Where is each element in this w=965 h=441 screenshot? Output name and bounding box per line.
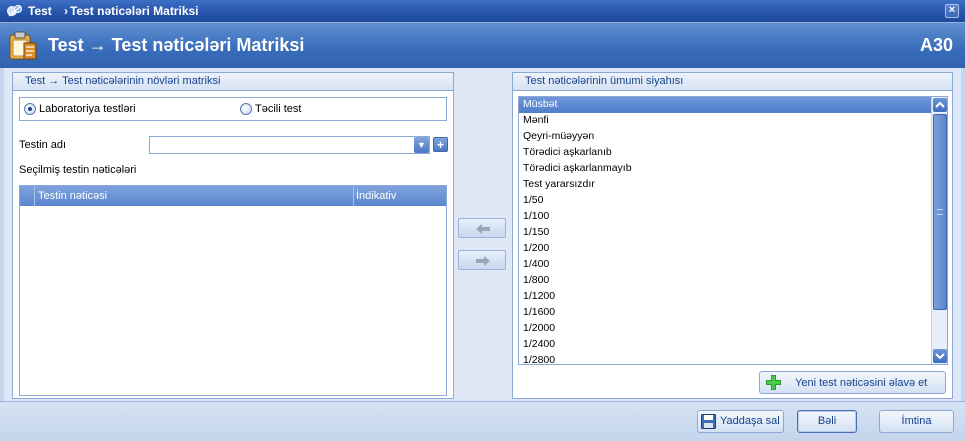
list-item[interactable]: Mənfi (519, 113, 947, 129)
arrow-left-icon (476, 224, 490, 234)
scroll-up-icon[interactable] (933, 98, 947, 112)
grip-icon (937, 209, 943, 215)
green-plus-icon (766, 375, 781, 390)
column-header-test-result[interactable]: Testin nəticəsi (38, 190, 107, 202)
list-item[interactable]: 1/2400 (519, 337, 947, 353)
all-results-list[interactable]: Müsbət Mənfi Qeyri-müəyyən Törədici aşkarla… (518, 96, 948, 365)
save-button[interactable]: Yaddaşa sal (697, 410, 784, 433)
window-title: Test nəticələri Matriksi (70, 4, 199, 18)
window-title-bar: Test › Test nəticələri Matriksi × (0, 0, 965, 22)
scroll-down-icon[interactable] (933, 349, 947, 363)
list-item[interactable]: 1/1200 (519, 289, 947, 305)
selected-results-grid[interactable]: Testin nəticəsi İndikativ (19, 185, 447, 396)
right-panel-title: Test nəticələrinin ümumi siyahısı (513, 73, 952, 91)
add-test-button[interactable]: + (433, 137, 448, 152)
list-item[interactable]: 1/150 (519, 225, 947, 241)
grid-row-header (20, 186, 35, 206)
vertical-scrollbar[interactable] (931, 97, 947, 364)
list-item[interactable]: Test yararsızdır (519, 177, 947, 193)
list-item[interactable]: 1/2800 (519, 353, 947, 364)
list-item[interactable]: Törədici aşkarlanmayıb (519, 161, 947, 177)
form-code: A30 (919, 35, 953, 55)
left-panel-title: Test → Test nəticələrinin növləri matrik… (13, 73, 453, 91)
selected-results-label: Seçilmiş testin nəticələri (19, 164, 137, 176)
move-left-button[interactable] (458, 218, 506, 238)
arrow-right-icon (476, 256, 490, 266)
add-new-result-button[interactable]: Yeni test nəticəsini əlavə et (759, 371, 946, 394)
column-divider[interactable] (353, 186, 354, 206)
close-icon: × (948, 4, 956, 16)
list-item[interactable]: Qeyri-müəyyən (519, 129, 947, 145)
list-item[interactable]: 1/100 (519, 209, 947, 225)
radio-unchecked-icon (240, 103, 252, 115)
list-item[interactable]: 1/50 (519, 193, 947, 209)
radio-checked-icon (24, 103, 36, 115)
add-new-result-label: Yeni test nəticəsini əlavə et (795, 377, 928, 389)
radio-urgent-test[interactable]: Təcili test (240, 103, 301, 115)
plus-icon: + (436, 138, 444, 152)
column-header-indicative[interactable]: İndikativ (356, 190, 396, 202)
list-item[interactable]: Müsbət (519, 97, 947, 113)
radio-laboratory-label: Laboratoriya testləri (39, 103, 136, 115)
result-types-matrix-panel: Test → Test nəticələrinin növləri matrik… (12, 72, 454, 399)
move-right-button[interactable] (458, 250, 506, 270)
window-app-name: Test (28, 4, 52, 18)
list-item[interactable]: 1/800 (519, 273, 947, 289)
ok-button[interactable]: Bəli (797, 410, 857, 433)
radio-laboratory-tests[interactable]: Laboratoriya testləri (24, 103, 136, 115)
list-item[interactable]: 1/2000 (519, 321, 947, 337)
list-item[interactable]: 1/1600 (519, 305, 947, 321)
app-logo-icon (7, 5, 22, 17)
footer-toolbar: Yaddaşa sal Bəli İmtina (0, 401, 965, 441)
window-title-separator: › (64, 4, 68, 18)
cancel-button[interactable]: İmtina (879, 410, 954, 433)
radio-urgent-label: Təcili test (255, 103, 302, 115)
main-content: Test → Test nəticələrinin növləri matrik… (4, 68, 961, 401)
clipboard-icon (9, 31, 37, 60)
page-header: Test → Test nəticələri Matriksi A30 (0, 22, 965, 68)
save-label: Yaddaşa sal (720, 415, 780, 427)
window-close-button[interactable]: × (945, 4, 959, 18)
list-item[interactable]: 1/400 (519, 257, 947, 273)
grid-header: Testin nəticəsi İndikativ (20, 186, 446, 206)
test-name-combobox[interactable]: ▼ (149, 136, 430, 154)
test-name-label: Testin adı (19, 139, 67, 151)
list-item[interactable]: Törədici aşkarlanıb (519, 145, 947, 161)
chevron-down-icon[interactable]: ▼ (414, 137, 429, 153)
all-results-panel: Test nəticələrinin ümumi siyahısı Müsbət… (512, 72, 953, 399)
scrollbar-thumb[interactable] (933, 114, 947, 310)
list-item[interactable]: 1/200 (519, 241, 947, 257)
page-title: Test → Test nəticələri Matriksi (48, 35, 305, 55)
floppy-disk-icon (701, 414, 716, 429)
test-type-radio-group: Laboratoriya testləri Təcili test (19, 97, 447, 121)
